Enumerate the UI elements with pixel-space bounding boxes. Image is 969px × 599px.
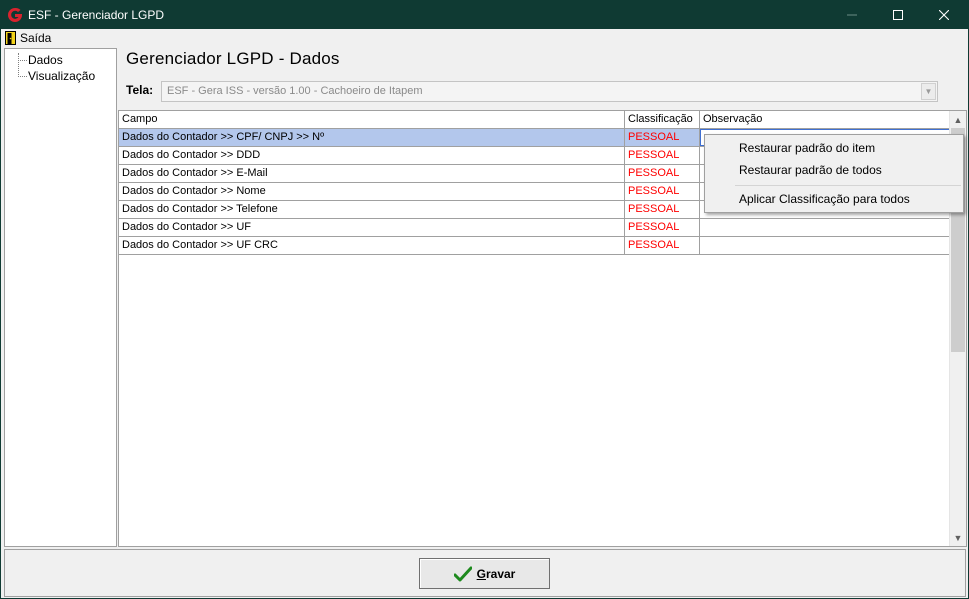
cell-campo[interactable]: Dados do Contador >> CPF/ CNPJ >> Nº <box>119 129 625 146</box>
cell-campo[interactable]: Dados do Contador >> Telefone <box>119 201 625 218</box>
tree-connector <box>18 53 19 77</box>
tela-select-value: ESF - Gera ISS - versão 1.00 - Cachoeiro… <box>167 85 423 97</box>
table-row[interactable]: Dados do Contador >> UF CRC PESSOAL <box>119 237 950 255</box>
menu-item-restaurar-todos[interactable]: Restaurar padrão de todos <box>739 163 882 177</box>
window-title: ESF - Gerenciador LGPD <box>28 8 165 22</box>
tree-item-dados[interactable]: Dados <box>28 53 63 67</box>
column-header-observacao[interactable]: Observação <box>700 111 950 129</box>
menu-item-aplicar-classificacao[interactable]: Aplicar Classificação para todos <box>739 192 910 206</box>
cell-classificacao[interactable]: PESSOAL <box>625 147 700 164</box>
close-button[interactable] <box>921 1 967 29</box>
close-icon <box>939 10 949 20</box>
cell-classificacao[interactable]: PESSOAL <box>625 165 700 182</box>
table-row[interactable]: Dados do Contador >> UF PESSOAL <box>119 219 950 237</box>
maximize-button[interactable] <box>875 1 921 29</box>
gravar-label: Gravar <box>476 566 516 581</box>
cell-observacao[interactable] <box>700 219 950 236</box>
cell-classificacao[interactable]: PESSOAL <box>625 129 700 146</box>
cell-classificacao[interactable]: PESSOAL <box>625 183 700 200</box>
chevron-up-icon: ▲ <box>953 114 963 125</box>
tela-label: Tela: <box>126 83 154 97</box>
cell-classificacao[interactable]: PESSOAL <box>625 219 700 236</box>
scroll-up-button[interactable]: ▲ <box>950 111 966 128</box>
context-menu: Restaurar padrão do item Restaurar padrã… <box>704 134 964 213</box>
esf-logo-icon <box>8 7 22 22</box>
exit-door-icon <box>5 31 16 45</box>
gravar-button[interactable]: Gravar <box>419 558 550 589</box>
menu-saida-label: Saída <box>20 31 52 45</box>
tree-connector <box>18 76 27 77</box>
scroll-down-button[interactable]: ▼ <box>950 529 966 546</box>
tela-select[interactable]: ESF - Gera ISS - versão 1.00 - Cachoeiro… <box>161 81 938 102</box>
chevron-down-icon: ▼ <box>924 87 933 96</box>
navigation-tree: Dados Visualização <box>4 48 117 547</box>
page-title: Gerenciador LGPD - Dados <box>126 49 340 68</box>
cell-classificacao[interactable]: PESSOAL <box>625 237 700 254</box>
cell-campo[interactable]: Dados do Contador >> UF CRC <box>119 237 625 254</box>
minimize-button[interactable] <box>829 1 875 29</box>
tree-connector <box>18 60 27 61</box>
minimize-icon <box>847 14 857 16</box>
cell-classificacao[interactable]: PESSOAL <box>625 201 700 218</box>
maximize-icon <box>893 10 903 20</box>
main-window: ESF - Gerenciador LGPD Saída Dados Visua… <box>0 0 969 599</box>
cell-campo[interactable]: Dados do Contador >> UF <box>119 219 625 236</box>
cell-campo[interactable]: Dados do Contador >> E-Mail <box>119 165 625 182</box>
menu-separator <box>735 185 961 186</box>
title-bar[interactable]: ESF - Gerenciador LGPD <box>1 1 968 29</box>
cell-campo[interactable]: Dados do Contador >> Nome <box>119 183 625 200</box>
column-header-campo[interactable]: Campo <box>119 111 625 129</box>
checkmark-icon <box>453 566 472 581</box>
dropdown-button[interactable]: ▼ <box>921 83 936 100</box>
cell-observacao[interactable] <box>700 237 950 254</box>
column-header-classificacao[interactable]: Classificação <box>625 111 700 129</box>
tree-item-visualizacao[interactable]: Visualização <box>28 69 95 83</box>
chevron-down-icon: ▼ <box>953 532 963 543</box>
grid-header: Campo Classificação Observação <box>119 111 950 129</box>
menu-bar: Saída <box>1 29 968 47</box>
menu-item-restaurar-item[interactable]: Restaurar padrão do item <box>739 141 875 155</box>
menu-saida[interactable]: Saída <box>5 30 51 46</box>
cell-campo[interactable]: Dados do Contador >> DDD <box>119 147 625 164</box>
